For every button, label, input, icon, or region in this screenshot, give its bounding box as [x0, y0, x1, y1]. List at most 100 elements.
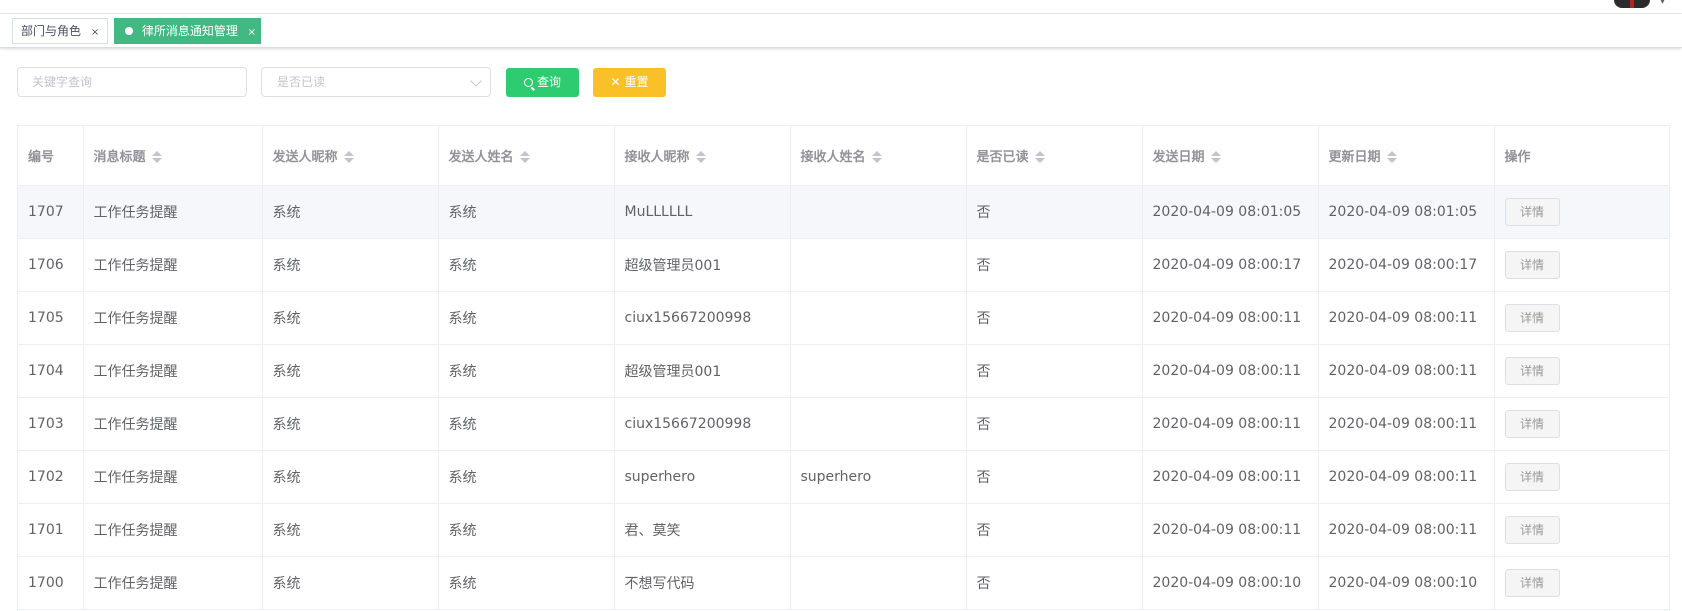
- col-header-id: 编号: [18, 126, 84, 186]
- keyword-search-input[interactable]: 关键字查询: [17, 67, 247, 97]
- detail-button[interactable]: 详情: [1504, 250, 1560, 279]
- notification-table: 编号 消息标题 发送人昵称 发送人姓名 接收人昵称 接收人姓名 是否已读 发送日…: [17, 125, 1670, 611]
- cell-sender-name: 系统: [438, 185, 615, 239]
- table-row: 1700 工作任务提醒 系统 系统 不想写代码否 2020-04-09 08:00:10 2…: [18, 556, 1669, 610]
- col-header-title[interactable]: 消息标题: [83, 126, 263, 186]
- cell-receiver-nick: MuLLLLLL: [614, 185, 791, 239]
- close-icon[interactable]: ×: [248, 21, 256, 45]
- cell-receiver-name: [790, 238, 967, 292]
- cell-send-date: 2020-04-09 08:00:11: [1142, 503, 1319, 557]
- chevron-down-icon: [470, 75, 482, 87]
- col-header-receiver-name[interactable]: 接收人姓名: [790, 126, 967, 186]
- close-icon[interactable]: ×: [91, 21, 99, 45]
- cell-send-date: 2020-04-09 08:00:10: [1142, 556, 1319, 610]
- cell-title: 工作任务提醒: [83, 291, 263, 345]
- active-dot-icon: [125, 27, 133, 35]
- cell-update-date: 2020-04-09 08:00:11: [1318, 397, 1495, 451]
- caret-down-icon[interactable]: ▾: [1660, 0, 1665, 7]
- detail-button[interactable]: 详情: [1504, 356, 1560, 385]
- detail-button[interactable]: 详情: [1504, 197, 1560, 226]
- table-row: 1706 工作任务提醒 系统 系统 超级管理员001 否 2020-04-09 08:00:…: [18, 238, 1669, 292]
- cell-read-status: 否: [966, 291, 1143, 345]
- col-header-update-date[interactable]: 更新日期: [1318, 126, 1495, 186]
- cell-receiver-nick: 君、莫笑: [614, 503, 791, 557]
- col-header-receiver-nick[interactable]: 接收人昵称: [614, 126, 791, 186]
- cell-update-date: 2020-04-09 08:01:05: [1318, 185, 1495, 239]
- cell-receiver-name: superhero: [790, 450, 967, 504]
- cell-sender-name: 系统: [438, 238, 615, 292]
- cell-title: 工作任务提醒: [83, 503, 263, 557]
- cell-id: 1702: [18, 450, 84, 504]
- cell-sender-name: 系统: [438, 344, 615, 398]
- detail-button[interactable]: 详情: [1504, 462, 1560, 491]
- cell-id: 1707: [18, 185, 84, 239]
- tag-notification-management[interactable]: 律所消息通知管理 ×: [114, 18, 261, 44]
- cell-sender-nick: 系统: [262, 185, 439, 239]
- cell-actions: 详情: [1494, 238, 1669, 292]
- sort-icon[interactable]: [871, 150, 882, 164]
- cell-read-status: 否: [966, 238, 1143, 292]
- cell-update-date: 2020-04-09 08:00:11: [1318, 450, 1495, 504]
- sort-icon[interactable]: [1386, 150, 1397, 164]
- sort-icon[interactable]: [1034, 150, 1045, 164]
- tags-view-bar: 部门与角色 × 律所消息通知管理 ×: [0, 14, 1682, 48]
- cell-update-date: 2020-04-09 08:00:11: [1318, 344, 1495, 398]
- cell-receiver-name: [790, 185, 967, 239]
- cell-id: 1704: [18, 344, 84, 398]
- cell-sender-nick: 系统: [262, 344, 439, 398]
- col-header-sender-name[interactable]: 发送人姓名: [438, 126, 615, 186]
- table-row: 1702 工作任务提醒 系统 系统 superhero superhero 否 2020-04…: [18, 450, 1669, 504]
- tag-dept-roles[interactable]: 部门与角色 ×: [12, 18, 108, 44]
- detail-button[interactable]: 详情: [1504, 568, 1560, 597]
- avatar-tie-icon: [1630, 0, 1634, 8]
- cell-actions: 详情: [1494, 450, 1669, 504]
- cell-receiver-nick: 不想写代码: [614, 556, 791, 610]
- cell-title: 工作任务提醒: [83, 344, 263, 398]
- col-header-actions: 操作: [1494, 126, 1669, 186]
- cell-sender-name: 系统: [438, 291, 615, 345]
- cell-read-status: 否: [966, 397, 1143, 451]
- search-button[interactable]: 查询: [506, 68, 579, 97]
- sort-icon[interactable]: [1210, 150, 1221, 164]
- cell-title: 工作任务提醒: [83, 238, 263, 292]
- search-icon: [523, 78, 533, 87]
- cell-update-date: 2020-04-09 08:00:11: [1318, 291, 1495, 345]
- cell-sender-nick: 系统: [262, 397, 439, 451]
- reset-button-label: 重置: [624, 75, 649, 89]
- detail-button[interactable]: 详情: [1504, 409, 1560, 438]
- cell-sender-name: 系统: [438, 556, 615, 610]
- table-row: 1701 工作任务提醒 系统 系统 君、莫笑否 2020-04-09 08:00:11 20…: [18, 503, 1669, 557]
- table-row: 1705 工作任务提醒 系统 系统 ciux15667200998 否 2020-04-09…: [18, 291, 1669, 345]
- sort-icon[interactable]: [151, 150, 162, 164]
- detail-button[interactable]: 详情: [1504, 303, 1560, 332]
- user-avatar[interactable]: [1614, 0, 1650, 8]
- cell-sender-nick: 系统: [262, 556, 439, 610]
- table-row: 1707 工作任务提醒 系统 系统 MuLLLLLL 否 2020-04-09 08:01:…: [18, 185, 1669, 239]
- tag-label: 律所消息通知管理: [141, 24, 238, 38]
- cell-receiver-name: [790, 503, 967, 557]
- cell-read-status: 否: [966, 450, 1143, 504]
- cell-title: 工作任务提醒: [83, 397, 263, 451]
- sort-icon[interactable]: [519, 150, 530, 164]
- sort-icon[interactable]: [343, 150, 354, 164]
- cell-update-date: 2020-04-09 08:00:11: [1318, 503, 1495, 557]
- col-header-send-date[interactable]: 发送日期: [1142, 126, 1319, 186]
- read-status-select[interactable]: 是否已读: [261, 67, 491, 97]
- cell-title: 工作任务提醒: [83, 450, 263, 504]
- sort-icon[interactable]: [695, 150, 706, 164]
- cell-receiver-nick: ciux15667200998: [614, 291, 791, 345]
- cell-sender-nick: 系统: [262, 238, 439, 292]
- top-header: ▾: [0, 0, 1682, 14]
- col-header-read[interactable]: 是否已读: [966, 126, 1143, 186]
- cell-sender-nick: 系统: [262, 503, 439, 557]
- detail-button[interactable]: 详情: [1504, 515, 1560, 544]
- cell-read-status: 否: [966, 344, 1143, 398]
- cell-sender-nick: 系统: [262, 291, 439, 345]
- cell-id: 1706: [18, 238, 84, 292]
- cell-send-date: 2020-04-09 08:00:11: [1142, 344, 1319, 398]
- col-header-sender-nick[interactable]: 发送人昵称: [262, 126, 439, 186]
- cell-send-date: 2020-04-09 08:00:11: [1142, 450, 1319, 504]
- cell-actions: 详情: [1494, 556, 1669, 610]
- cell-receiver-nick: 超级管理员001: [614, 238, 791, 292]
- reset-button[interactable]: ✕ 重置: [593, 68, 666, 97]
